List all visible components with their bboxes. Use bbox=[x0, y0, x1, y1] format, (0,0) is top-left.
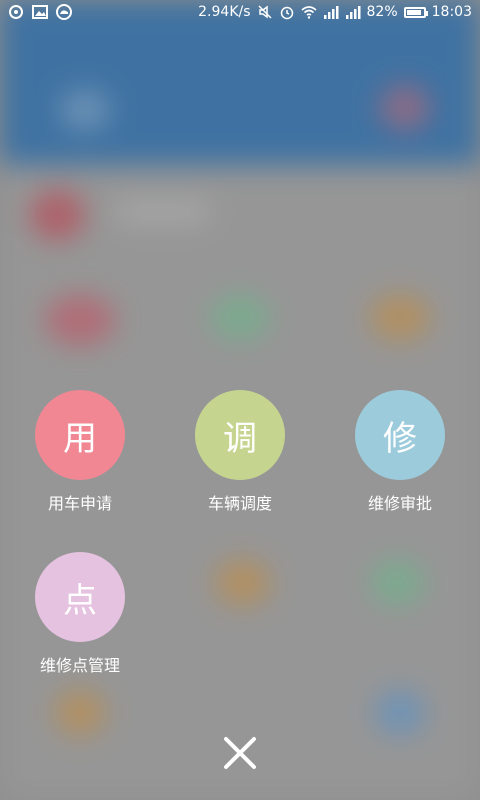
repair-point-glyph: 点 bbox=[63, 580, 97, 621]
vehicle-request-circle[interactable]: 用 bbox=[35, 390, 125, 480]
repair-approval-glyph: 修 bbox=[383, 418, 417, 459]
vehicle-request-label: 用车申请 bbox=[47, 494, 112, 513]
menu-item-repair-approval[interactable]: 修 维修审批 bbox=[340, 390, 460, 514]
cloud-icon bbox=[56, 4, 72, 20]
signal-icon bbox=[345, 6, 361, 19]
menu-item-vehicle-request[interactable]: 用 用车申请 bbox=[20, 390, 140, 514]
close-button[interactable] bbox=[217, 730, 263, 776]
status-left-icons bbox=[8, 4, 72, 20]
repair-point-circle[interactable]: 点 bbox=[35, 552, 125, 642]
status-bar: 2.94K/s 82% 18:03 bbox=[0, 0, 480, 26]
repair-approval-label: 维修审批 bbox=[367, 494, 432, 513]
vehicle-dispatch-circle[interactable]: 调 bbox=[195, 390, 285, 480]
image-icon bbox=[32, 5, 48, 19]
sync-icon bbox=[9, 5, 23, 19]
mute-icon bbox=[257, 5, 272, 19]
battery-icon bbox=[403, 6, 428, 18]
menu-item-repair-point-management[interactable]: 点 维修点管理 bbox=[20, 552, 140, 676]
wifi-icon bbox=[300, 6, 317, 19]
vehicle-dispatch-label: 车辆调度 bbox=[207, 494, 272, 513]
vehicle-dispatch-glyph: 调 bbox=[223, 418, 257, 459]
status-right-icons: 2.94K/s 82% 18:03 bbox=[198, 4, 472, 20]
battery-percent: 82% bbox=[366, 4, 398, 20]
menu-item-vehicle-dispatch[interactable]: 调 车辆调度 bbox=[180, 390, 300, 514]
vehicle-request-glyph: 用 bbox=[63, 418, 97, 459]
alarm-icon bbox=[280, 6, 293, 20]
signal-icon bbox=[323, 6, 339, 19]
repair-point-label: 维修点管理 bbox=[39, 656, 120, 675]
repair-approval-circle[interactable]: 修 bbox=[355, 390, 445, 480]
network-speed: 2.94K/s bbox=[198, 4, 251, 20]
clock: 18:03 bbox=[431, 4, 472, 20]
close-icon bbox=[224, 737, 256, 769]
